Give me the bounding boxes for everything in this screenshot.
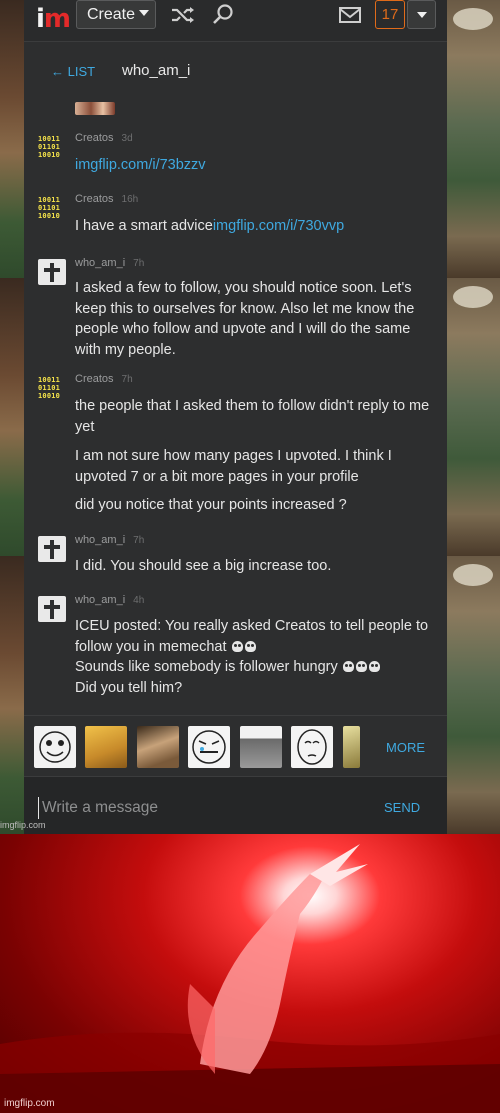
message-line: Did you tell him? xyxy=(75,679,183,696)
skull-emoji-icon xyxy=(355,661,367,672)
chat-partner-name: who_am_i xyxy=(122,62,191,79)
meme-thumb-partial[interactable] xyxy=(343,726,360,768)
skull-emoji-icon xyxy=(231,640,243,652)
message-text: I am not sure how many pages I upvoted. … xyxy=(75,448,392,485)
message-text: I asked a few to follow, you should noti… xyxy=(75,280,415,358)
message-meta: Creatos 16h xyxy=(75,193,138,205)
meme-thumb-rage-face[interactable] xyxy=(188,726,230,768)
message-time: 3d xyxy=(121,133,133,144)
message-text: I did. You should see a big increase too… xyxy=(75,558,332,574)
message-text: ICEU posted: You really asked Creatos to… xyxy=(75,616,437,698)
message-time: 7h xyxy=(121,374,133,385)
message-username[interactable]: Creatos xyxy=(75,132,114,144)
more-memes-button[interactable]: MORE xyxy=(386,740,425,755)
message-time: 7h xyxy=(133,535,145,546)
meme-thumb-okay-face[interactable] xyxy=(291,726,333,768)
message-username[interactable]: Creatos xyxy=(75,193,114,205)
top-bar: im Create 17 xyxy=(24,0,447,42)
cropped-meme-thumbnail[interactable] xyxy=(75,102,115,115)
user-avatar-cross xyxy=(38,536,66,562)
screaming-seagull-meme-image xyxy=(0,834,500,1113)
meme-thumb-derp[interactable] xyxy=(34,726,76,768)
message-line: Sounds like somebody is follower hungry xyxy=(75,659,338,675)
imgflip-watermark: imgflip.com xyxy=(0,820,46,830)
imgflip-watermark: imgflip.com xyxy=(4,1098,55,1109)
meme-thumb-dog[interactable] xyxy=(240,726,282,768)
user-avatar-binary: 10011 01101 10010 xyxy=(38,195,66,221)
back-to-list-link[interactable]: ← LIST xyxy=(51,64,95,79)
message-username[interactable]: who_am_i xyxy=(75,594,125,606)
message-text: did you notice that your points increase… xyxy=(75,497,347,513)
user-avatar-binary: 10011 01101 10010 xyxy=(38,375,66,401)
send-button[interactable]: SEND xyxy=(384,800,420,815)
chevron-down-icon xyxy=(417,12,427,18)
search-icon[interactable] xyxy=(210,2,238,28)
message-meta: who_am_i 7h xyxy=(75,534,144,546)
background-strip-left xyxy=(0,0,24,834)
user-avatar-cross xyxy=(38,596,66,622)
message-text: I have a smart advice xyxy=(75,218,213,234)
meme-picker: MORE xyxy=(24,715,447,775)
background-strip-right xyxy=(447,0,500,834)
message-meta: who_am_i 7h xyxy=(75,257,144,269)
chat-screenshot: im Create 17 ← LIST who_am_i 10011 01101 1… xyxy=(24,0,447,834)
imgflip-logo[interactable]: im xyxy=(36,4,71,34)
user-avatar-binary: 10011 01101 10010 xyxy=(38,134,66,160)
create-button[interactable]: Create xyxy=(76,0,156,29)
meme-thumb-cat[interactable] xyxy=(85,726,127,768)
skull-emoji-icon xyxy=(244,640,256,652)
message-input[interactable] xyxy=(38,797,358,819)
message-composer: SEND xyxy=(24,776,447,834)
notification-dropdown-button[interactable] xyxy=(407,0,436,29)
message-meta: Creatos 3d xyxy=(75,132,133,144)
message-time: 16h xyxy=(121,194,139,205)
shuffle-icon[interactable] xyxy=(169,2,197,28)
message-meta: who_am_i 4h xyxy=(75,594,144,606)
skull-emoji-icon xyxy=(368,661,380,672)
skull-emoji-icon xyxy=(342,661,354,672)
message-link[interactable]: imgflip.com/i/73bzzv xyxy=(75,157,206,173)
message-username[interactable]: who_am_i xyxy=(75,534,125,546)
user-avatar-cross xyxy=(38,259,66,285)
notification-count-badge[interactable]: 17 xyxy=(375,0,405,29)
chat-header: ← LIST who_am_i xyxy=(24,56,447,86)
message-time: 4h xyxy=(133,595,145,606)
message-link[interactable]: imgflip.com/i/730vvp xyxy=(213,218,344,234)
message-meta: Creatos 7h xyxy=(75,373,133,385)
create-label: Create xyxy=(87,6,136,23)
meme-thumb-jesus[interactable] xyxy=(137,726,179,768)
message-time: 7h xyxy=(133,258,145,269)
message-username[interactable]: who_am_i xyxy=(75,257,125,269)
message-text: the people that I asked them to follow d… xyxy=(75,398,430,435)
message-username[interactable]: Creatos xyxy=(75,373,114,385)
mail-icon[interactable] xyxy=(336,2,364,28)
chevron-down-icon xyxy=(139,10,150,16)
